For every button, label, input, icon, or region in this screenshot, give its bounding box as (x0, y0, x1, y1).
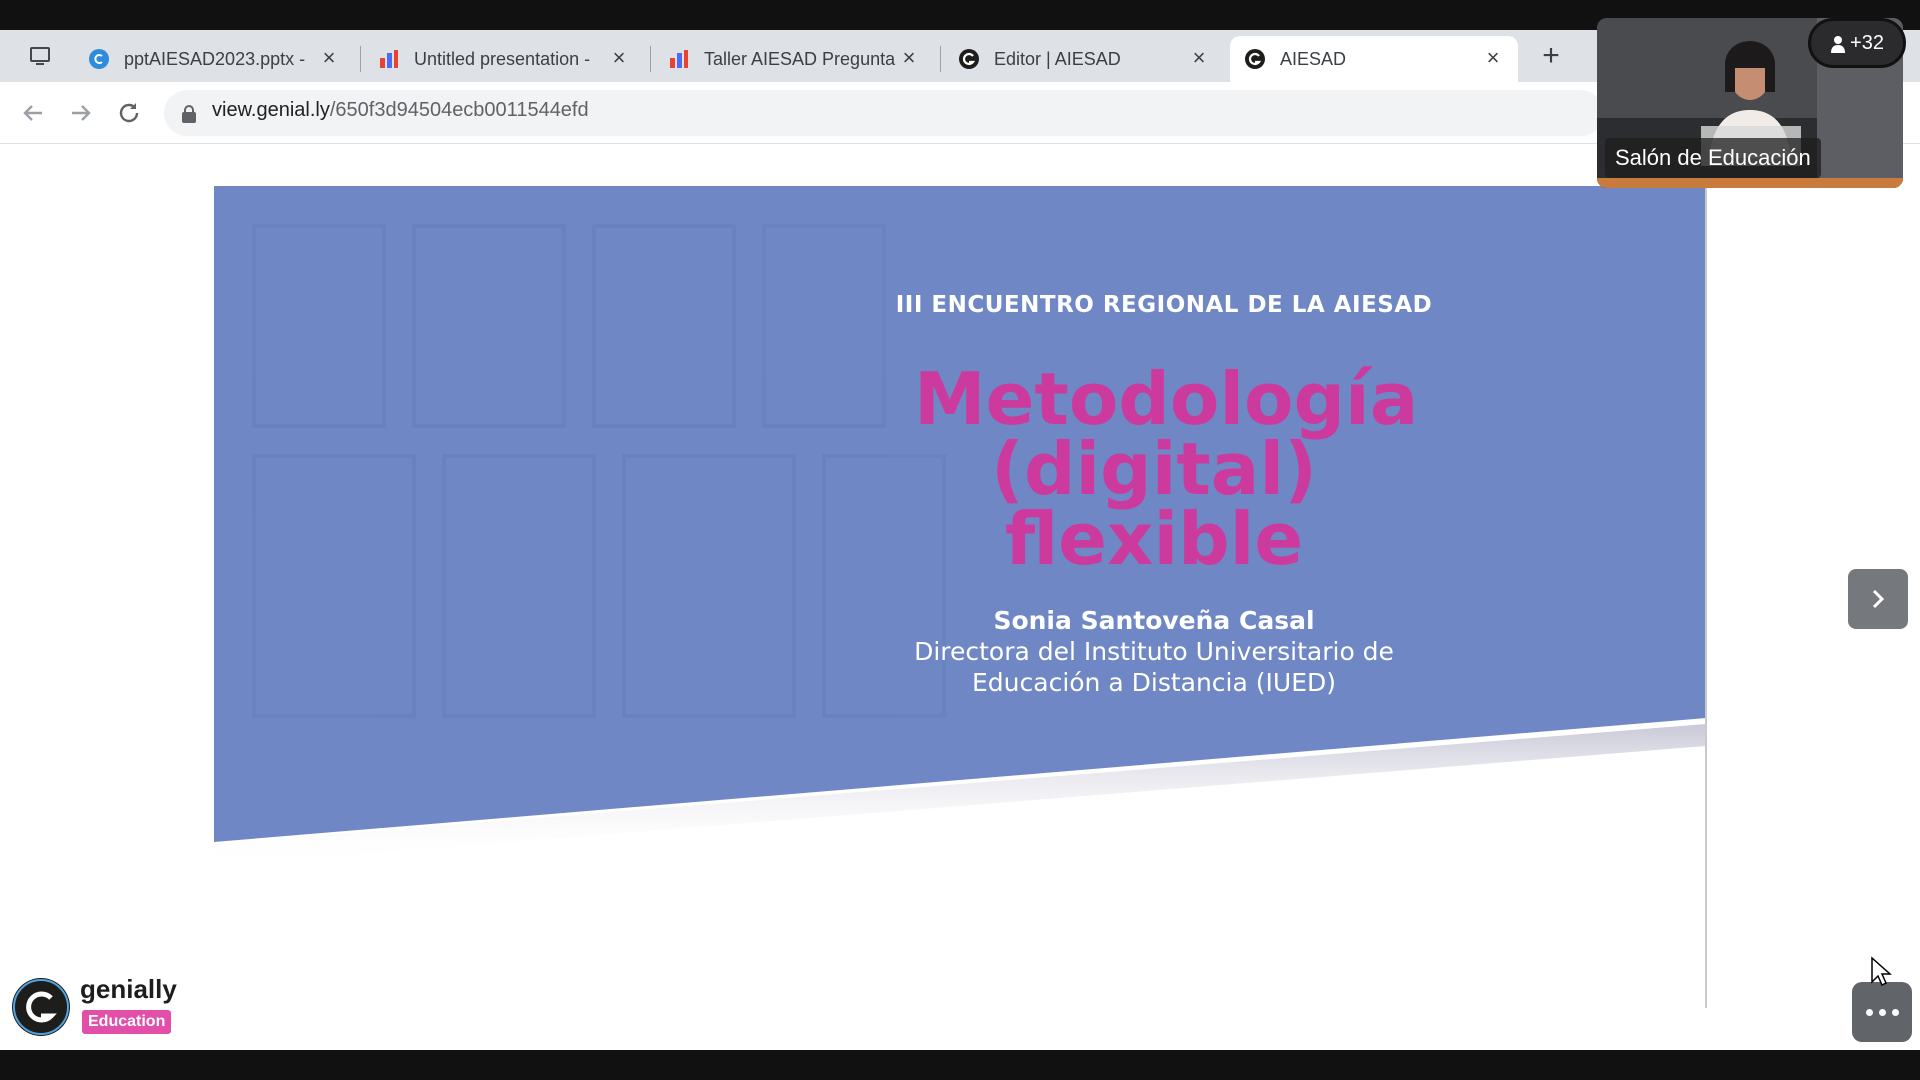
tab-taller-aiesad[interactable]: Taller AIESAD Pregunta × (654, 36, 934, 82)
speaker-name-label: Salón de Educación (1605, 138, 1821, 178)
tab-divider (360, 46, 361, 72)
genially-icon (1245, 49, 1265, 69)
person-icon (1831, 35, 1846, 53)
genially-icon (959, 49, 979, 69)
slide-author: Sonia Santoveña Casal (993, 606, 1315, 635)
tab-search-icon[interactable] (28, 44, 52, 68)
page-content: III ENCUENTRO REGIONAL DE LA AIESAD Meto… (0, 144, 1920, 1050)
url-text[interactable]: view.genial.ly/650f3d94504ecb0011544efd (212, 99, 589, 122)
presentation-slide: III ENCUENTRO REGIONAL DE LA AIESAD Meto… (214, 186, 1707, 1008)
close-icon[interactable]: × (1188, 47, 1210, 69)
new-tab-button[interactable]: + (1536, 41, 1566, 72)
tab-aiesad[interactable]: AIESAD × (1230, 36, 1518, 82)
dot (1892, 1009, 1899, 1016)
url-path: /650f3d94504ecb0011544efd (329, 99, 589, 121)
slide-subtitle: III ENCUENTRO REGIONAL DE LA AIESAD (895, 292, 1433, 318)
url-host: view.genial.ly (212, 99, 330, 121)
bottom-frame-bar (0, 1050, 1920, 1080)
tab-title: Taller AIESAD Pregunta (704, 48, 896, 69)
mouse-cursor-icon (1871, 956, 1892, 987)
role-line: Educación a Distancia (IUED) (972, 668, 1336, 697)
tab-title: AIESAD (1280, 48, 1347, 69)
slide-title-line: (digital) (991, 427, 1317, 511)
chart-icon (380, 50, 398, 68)
tab-pptaiesad[interactable]: pptAIESAD2023.pptx - × (74, 36, 354, 82)
close-icon[interactable]: × (898, 47, 920, 69)
next-slide-button[interactable] (1848, 569, 1908, 629)
tab-editor-aiesad[interactable]: Editor | AIESAD × (944, 36, 1224, 82)
role-line: Directora del Instituto Universitario de (914, 637, 1394, 666)
reload-icon[interactable] (114, 98, 144, 128)
tab-title: Untitled presentation - (414, 48, 591, 69)
tab-divider (650, 46, 651, 72)
tab-title: Editor | AIESAD (994, 48, 1121, 69)
tab-untitled-presentation[interactable]: Untitled presentation - × (364, 36, 644, 82)
tab-title: pptAIESAD2023.pptx - (124, 48, 306, 69)
more-options-button[interactable] (1852, 982, 1912, 1042)
education-badge: Education (82, 1010, 172, 1034)
genially-logo-icon (12, 978, 70, 1036)
chevron-right-icon (1872, 589, 1885, 609)
back-arrow-icon[interactable] (18, 98, 48, 128)
participants-badge[interactable]: +32 (1808, 18, 1906, 68)
tab-divider (940, 46, 941, 72)
slide-title: Metodología (digital) flexible (914, 357, 1419, 581)
canva-icon (89, 49, 109, 69)
lock-icon[interactable] (180, 104, 198, 124)
slide-title-line: Metodología (914, 357, 1419, 441)
slide-author-role: Directora del Instituto Universitario de… (784, 636, 1524, 698)
close-icon[interactable]: × (1482, 47, 1504, 69)
slide-title-line: flexible (1004, 497, 1304, 581)
dot (1879, 1009, 1886, 1016)
participants-count: +32 (1850, 32, 1884, 54)
genially-wordmark: genially (80, 974, 177, 1004)
chart-icon (670, 50, 688, 68)
close-icon[interactable]: × (608, 47, 630, 69)
dot (1866, 1009, 1873, 1016)
slide-edge (1705, 186, 1707, 1008)
close-icon[interactable]: × (318, 47, 340, 69)
forward-arrow-icon[interactable] (66, 98, 96, 128)
